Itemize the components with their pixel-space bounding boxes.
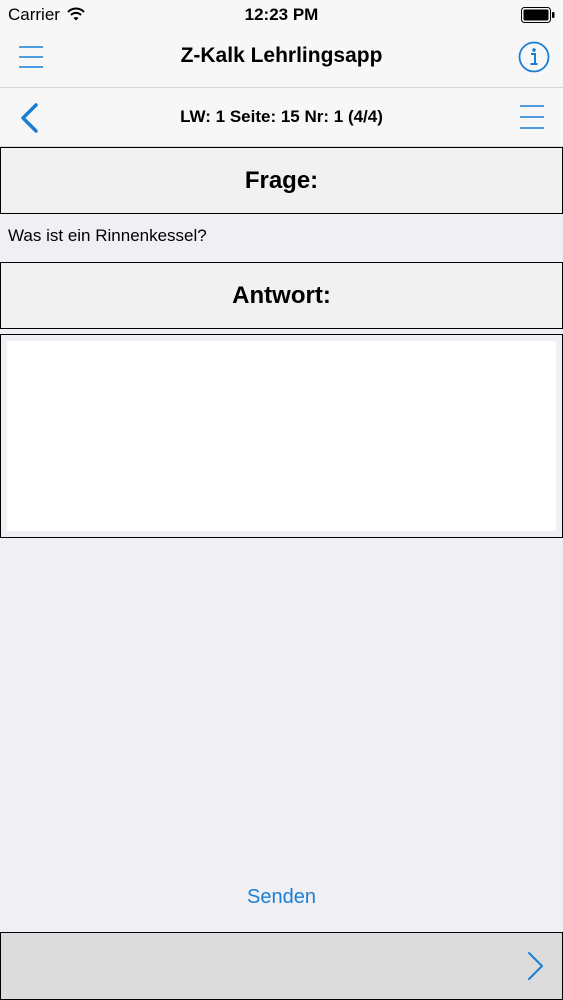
sub-nav-bar: LW: 1 Seite: 15 Nr: 1 (4/4) [0,88,563,147]
status-bar: Carrier 12:23 PM [0,0,563,30]
nav-bar: Z-Kalk Lehrlingsapp [0,30,563,88]
question-text: Was ist ein Rinnenkessel? [8,226,207,245]
chevron-right-icon[interactable] [526,950,546,982]
info-circle-icon[interactable] [518,41,550,73]
answer-field-container [0,334,563,538]
page-title: Z-Kalk Lehrlingsapp [180,44,383,67]
status-time: 12:23 PM [244,5,319,24]
question-header: Frage: [0,147,563,214]
battery-icon [521,7,555,23]
answer-input[interactable] [7,341,556,531]
list-icon[interactable] [519,104,545,130]
question-position: LW: 1 Seite: 15 Nr: 1 (4/4) [180,107,383,126]
send-button[interactable]: Senden [0,886,563,909]
bottom-bar [0,932,563,1000]
answer-header: Antwort: [0,262,563,329]
